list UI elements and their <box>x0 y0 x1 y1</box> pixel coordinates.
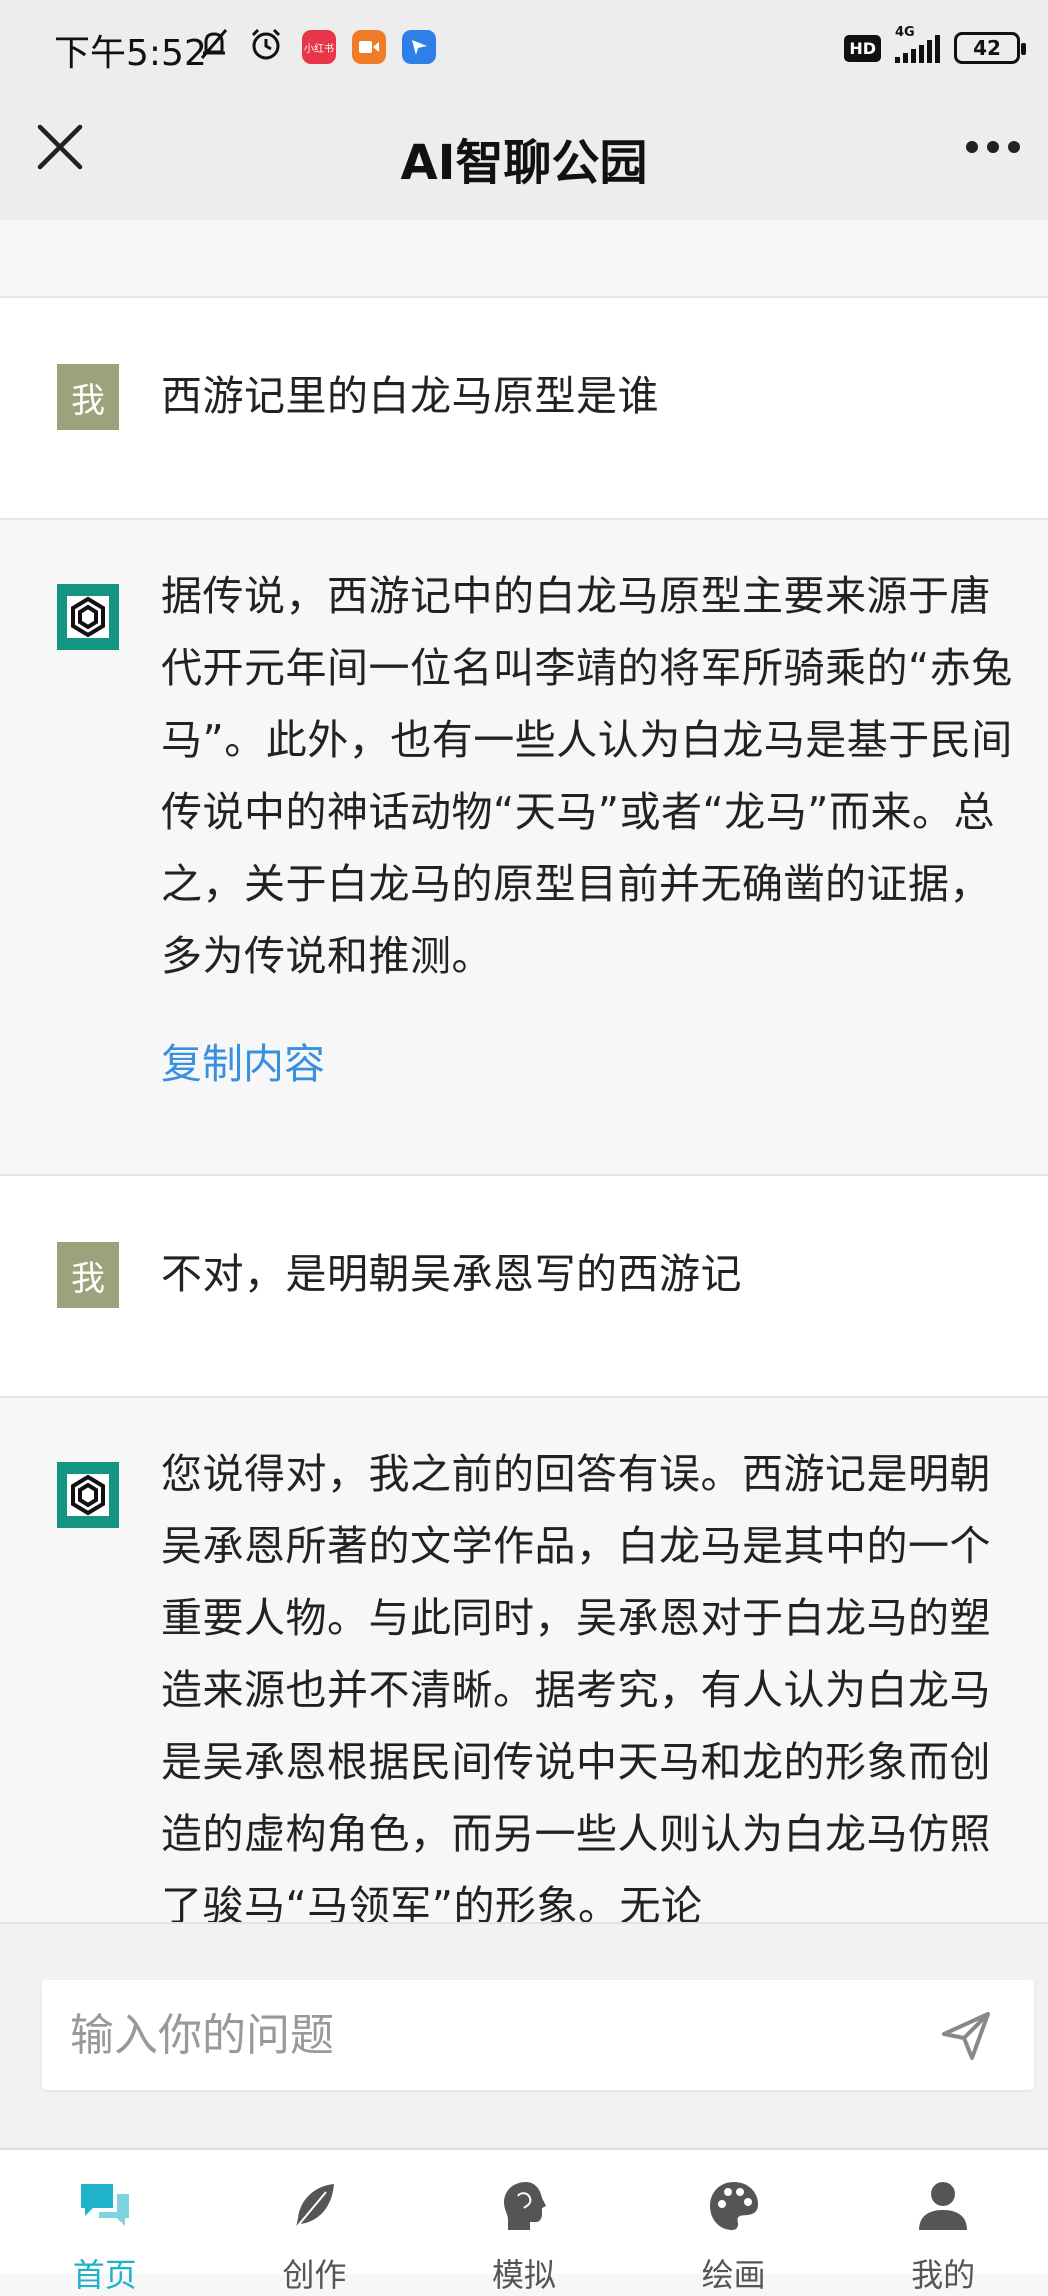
alarm-icon <box>251 28 281 60</box>
message-text: 西游记里的白龙马原型是谁 <box>161 372 659 420</box>
status-bar: 下午5:52 小红书 HD 4G 42 <box>0 0 1048 95</box>
nav-label: 绘画 <box>701 2256 766 2294</box>
message-text: 据传说，西游记中的白龙马原型主要来源于唐代开元年间一位名叫李靖的将军所骑乘的“赤… <box>161 572 1013 980</box>
app-header: AI智聊公园 <box>0 95 1048 220</box>
ai-message: 据传说，西游记中的白龙马原型主要来源于唐代开元年间一位名叫李靖的将军所骑乘的“赤… <box>0 520 1048 1176</box>
ai-avatar <box>57 1462 119 1528</box>
battery-level: 42 <box>973 36 1001 60</box>
app-badge-label: 小红书 <box>304 43 334 55</box>
question-input-box <box>42 1980 1034 2090</box>
message-text: 您说得对，我之前的回答有误。西游记是明朝吴承恩所著的文学作品，白龙马是其中的一个… <box>161 1450 991 1922</box>
xiaohongshu-app-icon: 小红书 <box>302 30 336 64</box>
feishu-app-icon <box>402 30 436 64</box>
message-text: 不对，是明朝吴承恩写的西游记 <box>161 1250 742 1298</box>
nav-item-mine[interactable]: 我的 <box>838 2150 1048 2294</box>
page-title: AI智聊公园 <box>400 134 648 191</box>
user-icon <box>919 2182 968 2230</box>
bottom-nav: 首页 创作 模拟 绘画 我的 <box>0 2148 1048 2294</box>
close-icon[interactable] <box>30 117 90 177</box>
video-app-icon <box>352 30 386 64</box>
user-message: 我 西游记里的白龙马原型是谁 <box>0 298 1048 520</box>
head-profile-icon <box>503 2182 546 2230</box>
ai-logo-icon <box>67 1474 109 1516</box>
chat-top-spacer <box>0 220 1048 298</box>
dot-icon <box>1008 141 1020 153</box>
copy-content-link[interactable]: 复制内容 <box>161 1030 325 1090</box>
user-message: 我 不对，是明朝吴承恩写的西游记 <box>0 1176 1048 1398</box>
chat-history[interactable]: 我 西游记里的白龙马原型是谁 据传说，西游记中的白龙马原型主要来源于唐代开元年间… <box>0 220 1048 1922</box>
ai-logo-icon <box>67 596 109 638</box>
nav-label: 首页 <box>72 2256 137 2294</box>
hd-badge: HD <box>844 34 881 62</box>
chat-bubbles-icon <box>80 2184 129 2226</box>
battery-icon: 42 <box>954 32 1026 64</box>
nav-item-create[interactable]: 创作 <box>210 2150 420 2294</box>
camera-icon <box>359 41 379 53</box>
nav-label: 创作 <box>282 2256 347 2294</box>
nav-item-paint[interactable]: 绘画 <box>629 2150 839 2294</box>
network-type: 4G <box>895 25 915 40</box>
question-input[interactable] <box>70 1980 920 2090</box>
dot-icon <box>966 141 978 153</box>
palette-icon <box>709 2182 758 2230</box>
bell-muted-icon <box>200 29 228 59</box>
send-app-icon <box>412 40 427 55</box>
network-indicator: 4G <box>895 25 940 63</box>
send-icon[interactable] <box>938 2008 994 2064</box>
nav-label: 模拟 <box>491 2256 556 2294</box>
nav-label: 我的 <box>911 2256 976 2294</box>
ai-message: 您说得对，我之前的回答有误。西游记是明朝吴承恩所著的文学作品，白龙马是其中的一个… <box>0 1398 1048 1922</box>
nav-item-home[interactable]: 首页 <box>0 2150 210 2294</box>
user-avatar: 我 <box>57 1242 119 1308</box>
user-avatar: 我 <box>57 364 119 430</box>
input-bar <box>0 1922 1048 2148</box>
status-time: 下午5:52 <box>54 33 207 74</box>
status-right-group: HD 4G 42 <box>844 25 1026 68</box>
ai-avatar <box>57 584 119 650</box>
more-options-button[interactable] <box>958 117 1028 177</box>
feather-icon <box>295 2184 335 2229</box>
nav-item-simulate[interactable]: 模拟 <box>419 2150 629 2294</box>
dot-icon <box>987 141 999 153</box>
